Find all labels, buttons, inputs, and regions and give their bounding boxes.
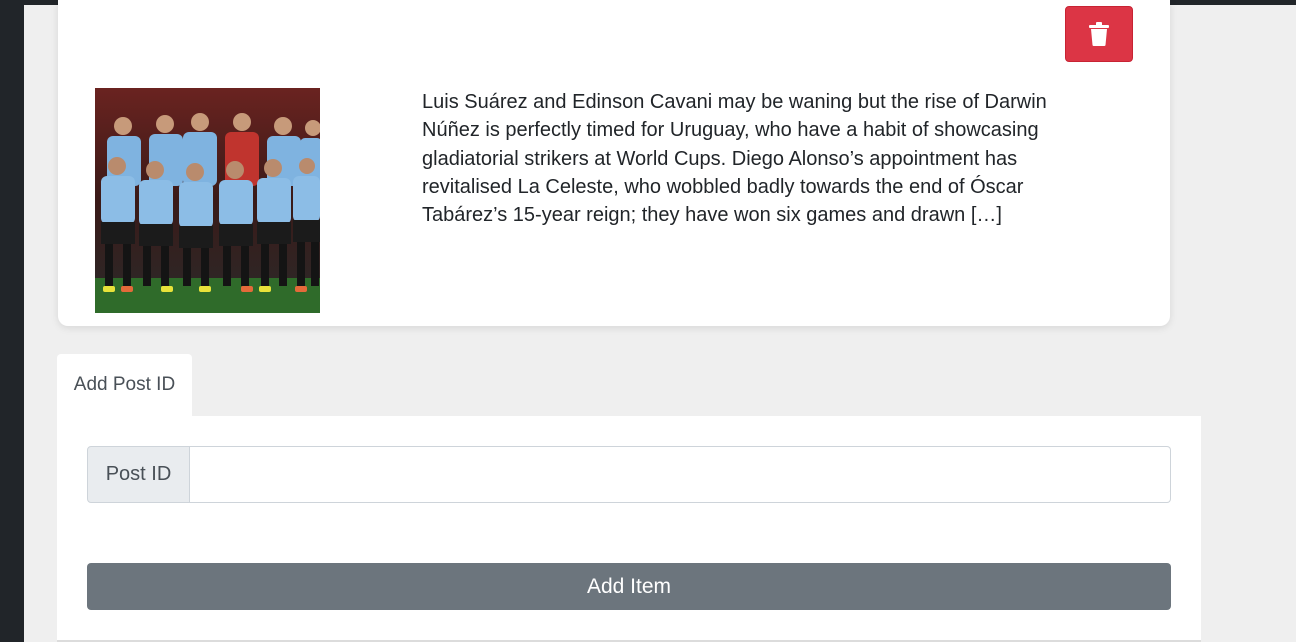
post-id-label: Post ID bbox=[87, 446, 190, 503]
post-excerpt: Luis Suárez and Edinson Cavani may be wa… bbox=[422, 91, 1047, 227]
post-id-input-group: Post ID bbox=[87, 446, 1171, 503]
left-sidebar-edge bbox=[0, 0, 24, 642]
post-id-input[interactable] bbox=[190, 446, 1171, 503]
post-image bbox=[95, 88, 320, 313]
delete-button[interactable] bbox=[1065, 6, 1133, 62]
post-card: Luis Suárez and Edinson Cavani may be wa… bbox=[58, 0, 1170, 326]
add-item-button[interactable]: Add Item bbox=[87, 563, 1171, 610]
trash-icon bbox=[1089, 22, 1109, 46]
tab-add-post-id[interactable]: Add Post ID bbox=[57, 354, 192, 416]
add-post-form: Post ID Add Item bbox=[57, 416, 1201, 642]
tab-label: Add Post ID bbox=[73, 374, 176, 395]
